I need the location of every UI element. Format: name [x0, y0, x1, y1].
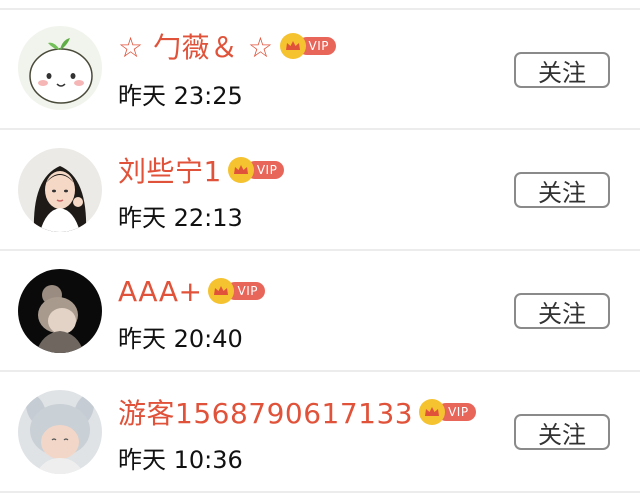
child-photo-avatar-icon	[18, 269, 102, 353]
vip-badge: VIP	[227, 157, 285, 183]
user-name-line: 游客1568790617133 VIP	[118, 394, 476, 430]
avatar[interactable]	[18, 148, 102, 232]
vip-badge: VIP	[419, 399, 476, 425]
baby-photo-avatar-icon	[18, 390, 102, 474]
user-list: ☆ 勹薇＆ ☆ VIP 昨天 23:25 关注 刘些宁1 VIP 昨天 22:1…	[0, 0, 640, 495]
list-item[interactable]: AAA+ VIP 昨天 20:40 关注	[0, 251, 640, 371]
user-name-line: 刘些宁1 VIP	[118, 150, 285, 190]
crown-icon	[419, 399, 446, 425]
avatar[interactable]	[18, 26, 102, 110]
crown-icon	[279, 33, 306, 59]
user-name-line: AAA+ VIP	[118, 273, 265, 309]
girl-photo-avatar-icon	[18, 148, 102, 232]
divider	[0, 491, 640, 493]
avatar[interactable]	[18, 390, 102, 474]
avatar[interactable]	[18, 269, 102, 353]
timestamp: 昨天 22:13	[118, 204, 243, 232]
timestamp: 昨天 10:36	[118, 446, 243, 474]
list-item[interactable]: ☆ 勹薇＆ ☆ VIP 昨天 23:25 关注	[0, 10, 640, 130]
user-name[interactable]: ☆ 勹薇＆ ☆	[118, 26, 274, 66]
list-item[interactable]: 游客1568790617133 VIP 昨天 10:36 关注	[0, 372, 640, 492]
vip-badge: VIP	[208, 278, 265, 304]
follow-button[interactable]: 关注	[514, 52, 610, 88]
timestamp: 昨天 20:40	[118, 325, 243, 353]
timestamp: 昨天 23:25	[118, 82, 243, 110]
user-name[interactable]: AAA+	[118, 275, 202, 308]
user-name-line: ☆ 勹薇＆ ☆ VIP	[118, 28, 336, 64]
list-item[interactable]: 刘些宁1 VIP 昨天 22:13 关注	[0, 130, 640, 250]
user-name[interactable]: 刘些宁1	[118, 150, 222, 190]
follow-button[interactable]: 关注	[514, 414, 610, 450]
follow-button[interactable]: 关注	[514, 172, 610, 208]
cartoon-face-avatar-icon	[18, 26, 102, 110]
crown-icon	[208, 278, 235, 304]
vip-badge: VIP	[279, 33, 336, 59]
user-name[interactable]: 游客1568790617133	[118, 392, 413, 432]
crown-icon	[227, 157, 254, 183]
follow-button[interactable]: 关注	[514, 293, 610, 329]
